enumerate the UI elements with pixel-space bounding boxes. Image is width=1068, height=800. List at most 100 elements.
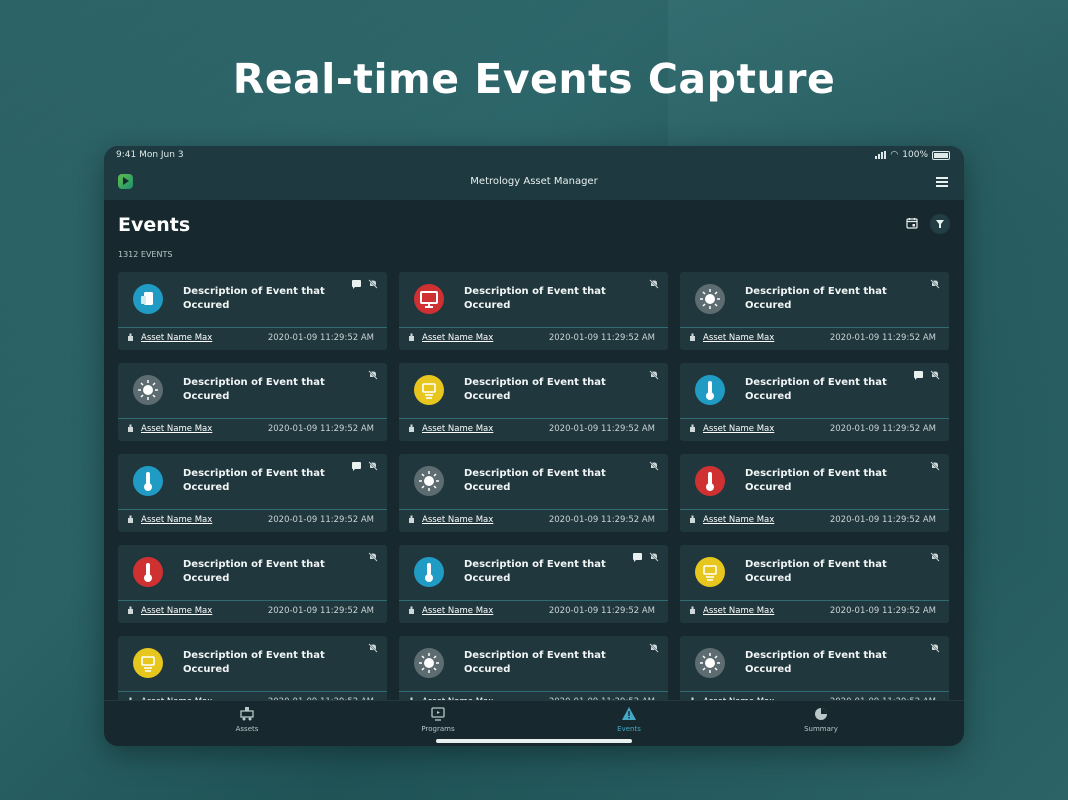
asset-icon	[409, 515, 414, 523]
event-timestamp: 2020-01-09 11:29:52 AM	[548, 515, 655, 525]
asset-name-link[interactable]: Asset Name Max	[703, 424, 774, 434]
battery-icon	[932, 150, 950, 160]
tab-summary[interactable]: Summary	[781, 705, 861, 733]
tablet-screen: 9:41 Mon Jun 3 ◠ 100% Metrology Asset Ma…	[104, 146, 964, 746]
notification-muted-icon[interactable]	[649, 643, 659, 653]
notification-muted-icon[interactable]	[649, 461, 659, 471]
asset-name-link[interactable]: Asset Name Max	[422, 606, 493, 616]
event-card[interactable]: Description of Event that Occured Asset N…	[399, 272, 668, 350]
signal-icon	[875, 151, 887, 159]
event-card-footer: Asset Name Max2020-01-09 11:29:52 AM	[399, 693, 668, 700]
filter-icon[interactable]	[930, 214, 950, 234]
card-divider	[118, 327, 387, 328]
light-icon	[133, 375, 163, 405]
asset-name-link[interactable]: Asset Name Max	[422, 424, 493, 434]
event-timestamp: 2020-01-09 11:29:52 AM	[829, 424, 936, 434]
event-card[interactable]: Description of Event that Occured Asset N…	[680, 545, 949, 623]
notification-muted-icon[interactable]	[930, 461, 940, 471]
notification-muted-icon[interactable]	[930, 370, 940, 380]
assets-icon	[240, 707, 254, 721]
asset-name-link[interactable]: Asset Name Max	[141, 606, 212, 616]
comment-icon[interactable]	[352, 280, 361, 289]
event-card-footer: Asset Name Max 2020-01-09 11:29:52 AM	[680, 420, 949, 440]
battery-percent: 100%	[902, 150, 928, 160]
asset-icon	[690, 606, 695, 614]
asset-name-link[interactable]: Asset Name Max	[703, 515, 774, 525]
card-divider	[118, 691, 387, 692]
sensor-icon	[695, 557, 725, 587]
event-card-header: Description of Event that Occured	[399, 545, 668, 600]
notification-muted-icon[interactable]	[930, 279, 940, 289]
event-card-header: Description of Event that Occured	[399, 454, 668, 509]
event-description: Description of Event that Occured	[464, 650, 606, 675]
event-card[interactable]: Description of Event that Occured Asset N…	[680, 636, 949, 700]
event-card[interactable]: Description of Event that Occured Asset N…	[118, 636, 387, 700]
event-card-header: Description of Event that Occured	[399, 272, 668, 327]
tab-label: Summary	[804, 725, 838, 733]
notification-muted-icon[interactable]	[368, 279, 378, 289]
notification-muted-icon[interactable]	[649, 370, 659, 380]
event-card[interactable]: Description of Event that Occured Asset N…	[118, 363, 387, 441]
event-card[interactable]: Description of Event that Occured Asset N…	[118, 272, 387, 350]
asset-icon	[128, 606, 133, 614]
card-divider	[680, 327, 949, 328]
notification-muted-icon[interactable]	[368, 552, 378, 562]
event-card[interactable]: Description of Event that Occured Asset N…	[399, 363, 668, 441]
notification-muted-icon[interactable]	[930, 643, 940, 653]
event-card-footer: Asset Name Max2020-01-09 11:29:52 AM	[399, 420, 668, 440]
event-card-footer: Asset Name Max 2020-01-09 11:29:52 AM	[399, 602, 668, 622]
event-card-header: Description of Event that Occured	[399, 363, 668, 418]
thermometer-icon	[133, 466, 163, 496]
event-card-header: Description of Event that Occured	[680, 545, 949, 600]
event-card[interactable]: Description of Event that Occured Asset N…	[680, 454, 949, 532]
card-divider	[399, 691, 668, 692]
event-card[interactable]: Description of Event that Occured Asset N…	[399, 545, 668, 623]
thermometer-icon	[133, 557, 163, 587]
event-timestamp: 2020-01-09 11:29:52 AM	[267, 606, 374, 616]
asset-name-link[interactable]: Asset Name Max	[703, 606, 774, 616]
notification-muted-icon[interactable]	[368, 461, 378, 471]
event-card-footer: Asset Name Max2020-01-09 11:29:52 AM	[680, 693, 949, 700]
event-card-footer: Asset Name Max2020-01-09 11:29:52 AM	[680, 602, 949, 622]
calendar-icon[interactable]	[906, 217, 918, 229]
notification-muted-icon[interactable]	[368, 370, 378, 380]
asset-name-link[interactable]: Asset Name Max	[422, 515, 493, 525]
event-description: Description of Event that Occured	[745, 559, 887, 584]
event-card[interactable]: Description of Event that Occured Asset N…	[118, 454, 387, 532]
notification-muted-icon[interactable]	[930, 552, 940, 562]
event-card[interactable]: Description of Event that Occured Asset N…	[680, 363, 949, 441]
card-divider	[399, 600, 668, 601]
event-timestamp: 2020-01-09 11:29:52 AM	[548, 606, 655, 616]
event-card[interactable]: Description of Event that Occured Asset N…	[399, 636, 668, 700]
event-card-footer: Asset Name Max2020-01-09 11:29:52 AM	[118, 511, 387, 531]
event-count: 1312 EVENTS	[118, 250, 173, 259]
asset-name-link[interactable]: Asset Name Max	[141, 515, 212, 525]
home-indicator	[436, 739, 632, 743]
asset-name-link[interactable]: Asset Name Max	[141, 424, 212, 434]
tab-programs[interactable]: Programs	[398, 705, 478, 733]
tab-bar: Assets Programs Events Summary	[104, 700, 964, 746]
comment-icon[interactable]	[914, 371, 923, 380]
asset-name-link[interactable]: Asset Name Max	[422, 333, 493, 343]
event-description: Description of Event that Occured	[183, 468, 325, 493]
asset-name-link[interactable]: Asset Name Max	[703, 333, 774, 343]
comment-icon[interactable]	[633, 553, 642, 562]
notification-muted-icon[interactable]	[368, 643, 378, 653]
event-card[interactable]: Description of Event that Occured Asset N…	[399, 454, 668, 532]
asset-name-link[interactable]: Asset Name Max	[141, 333, 212, 343]
event-card[interactable]: Description of Event that Occured Asset N…	[118, 545, 387, 623]
sensor-icon	[414, 375, 444, 405]
event-card-header: Description of Event that Occured	[680, 636, 949, 691]
event-description: Description of Event that Occured	[183, 559, 325, 584]
page-title: Events	[118, 214, 191, 236]
event-description: Description of Event that Occured	[183, 377, 325, 402]
asset-icon	[128, 515, 133, 523]
event-card[interactable]: Description of Event that Occured Asset N…	[680, 272, 949, 350]
hamburger-menu-icon[interactable]	[936, 177, 948, 187]
comment-icon[interactable]	[352, 462, 361, 471]
tab-assets[interactable]: Assets	[207, 705, 287, 733]
navigation-bar: Metrology Asset Manager	[104, 168, 964, 200]
tab-events[interactable]: Events	[589, 705, 669, 733]
notification-muted-icon[interactable]	[649, 279, 659, 289]
notification-muted-icon[interactable]	[649, 552, 659, 562]
